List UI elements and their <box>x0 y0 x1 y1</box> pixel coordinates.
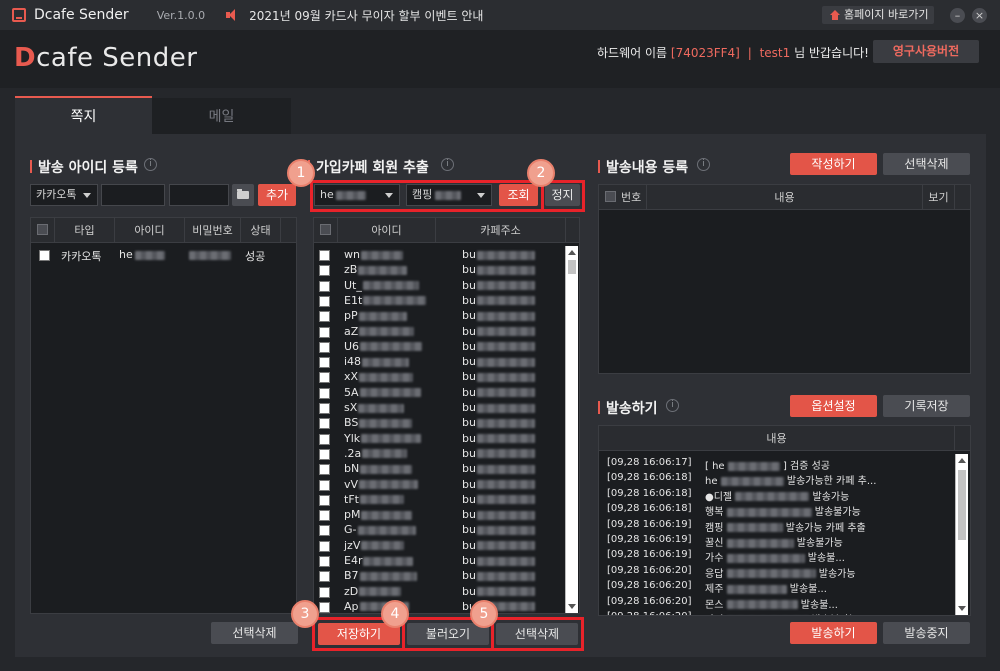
send-title: 발송하기 <box>598 398 658 418</box>
app-version: Ver.1.0.0 <box>156 8 206 22</box>
extract-title: 가입카페 회원 추출 <box>308 157 429 177</box>
home-icon <box>830 10 840 20</box>
col-content: 내용 <box>647 185 923 210</box>
row-checkbox[interactable] <box>319 265 330 277</box>
minimize-button[interactable]: – <box>950 8 965 23</box>
select-all-checkbox[interactable] <box>605 191 616 202</box>
hardware-id: [74023FF4] <box>670 46 740 60</box>
row-checkbox[interactable] <box>319 372 330 384</box>
step-badge: 5 <box>470 600 498 628</box>
write-button[interactable]: 작성하기 <box>790 153 877 175</box>
col-log-content: 내용 <box>599 426 955 451</box>
speaker-icon <box>225 8 241 22</box>
stop-send-button[interactable]: 발송중지 <box>883 622 970 644</box>
id-input[interactable] <box>101 184 165 206</box>
log-table: 내용 [09,28 16:06:17][ he ] 검증 성공 [09,28 16… <box>598 425 971 616</box>
close-button[interactable]: × <box>972 8 987 23</box>
row-checkbox[interactable] <box>39 250 50 261</box>
notice-link[interactable]: 2021년 09월 카드사 무이자 할부 이벤트 안내 <box>249 7 483 24</box>
chevron-down-icon <box>83 193 91 198</box>
password-input[interactable] <box>169 184 229 206</box>
col-status: 상태 <box>241 218 281 243</box>
col-password: 비밀번호 <box>185 218 241 243</box>
tab-mail[interactable]: 메일 <box>152 98 291 134</box>
option-button[interactable]: 옵션설정 <box>790 395 877 417</box>
info-icon[interactable]: i <box>666 399 679 412</box>
col-type: 타입 <box>55 218 115 243</box>
row-checkbox[interactable] <box>319 311 330 323</box>
save-log-button[interactable]: 기록저장 <box>883 395 970 417</box>
row-checkbox[interactable] <box>319 464 330 476</box>
member-scrollbar[interactable] <box>565 246 578 613</box>
row-checkbox[interactable] <box>319 586 330 598</box>
row-checkbox[interactable] <box>319 571 330 583</box>
scroll-down-icon <box>958 606 966 611</box>
step-badge: 1 <box>287 159 315 187</box>
app-name: Dcafe Sender <box>34 7 129 23</box>
col-member-id: 아이디 <box>338 218 436 243</box>
scroll-down-icon <box>568 604 576 609</box>
homepage-label: 홈페이지 바로가기 <box>844 8 929 21</box>
homepage-button[interactable]: 홈페이지 바로가기 <box>822 6 935 24</box>
info-icon[interactable]: i <box>144 158 157 171</box>
folder-button[interactable] <box>232 184 254 206</box>
row-checkbox[interactable] <box>319 479 330 491</box>
folder-icon <box>237 189 249 199</box>
message-title: 발송내용 등록 <box>598 157 688 177</box>
col-number: 번호 <box>599 185 647 210</box>
col-cafe-url: 카페주소 <box>436 218 566 243</box>
delete-accounts-button[interactable]: 선택삭제 <box>211 622 298 644</box>
highlight-delete <box>491 617 584 651</box>
row-checkbox[interactable] <box>319 295 330 307</box>
hardware-info: 하드웨어 이름 [74023FF4] | test1 님 반갑습니다! <box>597 46 869 60</box>
info-icon[interactable]: i <box>441 158 454 171</box>
row-checkbox[interactable] <box>319 387 330 399</box>
select-all-checkbox[interactable] <box>320 224 331 235</box>
scroll-up-icon <box>958 458 966 463</box>
scroll-up-icon <box>568 250 576 255</box>
row-checkbox[interactable] <box>319 448 330 460</box>
row-checkbox[interactable] <box>319 525 330 537</box>
add-button[interactable]: 추가 <box>258 184 296 206</box>
select-all-checkbox[interactable] <box>37 224 48 235</box>
row-checkbox[interactable] <box>319 556 330 567</box>
row-checkbox[interactable] <box>319 357 330 369</box>
info-icon[interactable]: i <box>697 158 710 171</box>
row-checkbox[interactable] <box>319 494 330 506</box>
row-checkbox[interactable] <box>319 280 330 292</box>
member-table: 아이디 카페주소 wn bu zB bu Ut_ bu E1t bu pP bu aZ bu U6 bu i… <box>313 217 580 614</box>
send-button[interactable]: 발송하기 <box>790 622 877 644</box>
row-checkbox[interactable] <box>319 540 330 552</box>
header: Dcafe Sender 하드웨어 이름 [74023FF4] | test1 … <box>0 30 1000 88</box>
type-select[interactable]: 카카오톡 <box>30 184 98 206</box>
col-id: 아이디 <box>115 218 185 243</box>
row-checkbox[interactable] <box>319 418 330 430</box>
step-badge: 3 <box>291 600 319 628</box>
delete-messages-button[interactable]: 선택삭제 <box>883 153 970 175</box>
row-checkbox[interactable] <box>319 250 330 261</box>
row-checkbox[interactable] <box>319 341 330 353</box>
row-checkbox[interactable] <box>319 433 330 445</box>
tab-note[interactable]: 쪽지 <box>15 96 152 134</box>
permanent-version-button[interactable]: 영구사용버전 <box>873 40 979 63</box>
message-table: 번호 내용 보기 <box>598 184 971 374</box>
step-badge: 2 <box>527 159 555 187</box>
step-badge: 4 <box>381 600 409 628</box>
app-logo-icon <box>12 8 26 22</box>
col-view: 보기 <box>923 185 955 210</box>
log-scrollbar[interactable] <box>955 454 968 615</box>
row-checkbox[interactable] <box>319 403 330 414</box>
title-bar: Dcafe Sender Ver.1.0.0 2021년 09월 카드사 무이자… <box>0 0 1000 30</box>
account-table: 타입 아이디 비밀번호 상태 카카오톡 he 성공 <box>30 217 297 614</box>
send-id-title: 발송 아이디 등록 <box>30 157 138 177</box>
brand-logo: Dcafe Sender <box>14 43 198 73</box>
row-checkbox[interactable] <box>319 326 330 338</box>
row-checkbox[interactable] <box>319 510 330 522</box>
row-checkbox[interactable] <box>319 601 330 613</box>
user-name: test1 <box>759 46 791 60</box>
